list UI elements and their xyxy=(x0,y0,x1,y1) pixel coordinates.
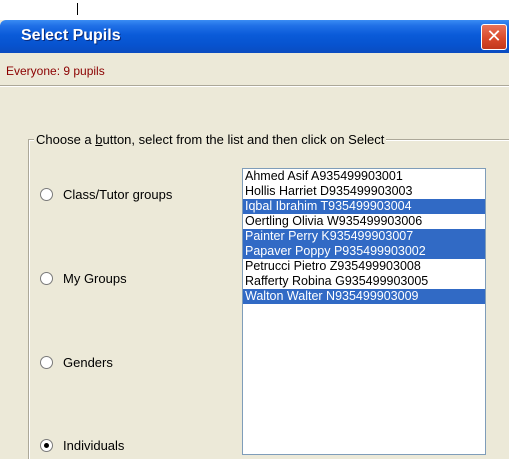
groupbox-legend: Choose a button, select from the list an… xyxy=(34,132,387,147)
divider xyxy=(0,85,509,87)
list-item[interactable]: Painter Perry K935499903007 xyxy=(243,229,485,244)
radio-label: Genders xyxy=(63,354,113,370)
radio-button-checked-icon[interactable] xyxy=(40,438,53,452)
radio-label: Individuals xyxy=(63,437,125,453)
radio-button-icon[interactable] xyxy=(40,271,53,285)
list-item[interactable]: Ahmed Asif A935499903001 xyxy=(243,169,485,184)
radio-button-icon[interactable] xyxy=(40,187,53,201)
radio-label: My Groups xyxy=(63,270,127,286)
radio-class-tutor-groups[interactable]: Class/Tutor groups xyxy=(40,185,172,203)
list-item[interactable]: Oertling Olivia W935499903006 xyxy=(243,214,485,229)
radio-button-icon[interactable] xyxy=(40,355,53,369)
close-icon: ✕ xyxy=(486,26,502,46)
text-cursor xyxy=(77,3,78,15)
desktop-strip xyxy=(0,0,509,20)
window-title: Select Pupils xyxy=(21,27,121,44)
pupil-count-status: Everyone: 9 pupils xyxy=(6,64,105,78)
legend-text-start: Choose a xyxy=(36,132,96,147)
radio-genders[interactable]: Genders xyxy=(40,353,113,371)
radio-label: Class/Tutor groups xyxy=(63,186,173,202)
close-button[interactable]: ✕ xyxy=(481,24,507,50)
list-item[interactable]: Walton Walter N935499903009 xyxy=(243,289,485,304)
legend-text-end: utton, select from the list and then cli… xyxy=(102,132,385,147)
list-item[interactable]: Iqbal Ibrahim T935499903004 xyxy=(243,199,485,214)
list-item[interactable]: Hollis Harriet D935499903003 xyxy=(243,184,485,199)
list-item[interactable]: Petrucci Pietro Z935499903008 xyxy=(243,259,485,274)
title-bar[interactable]: Select Pupils ✕ xyxy=(0,20,509,53)
pupil-listbox[interactable]: Ahmed Asif A935499903001 Hollis Harriet … xyxy=(242,168,486,455)
legend-accelerator: b xyxy=(95,132,103,147)
list-item[interactable]: Papaver Poppy P935499903002 xyxy=(243,244,485,259)
list-item[interactable]: Rafferty Robina G935499903005 xyxy=(243,274,485,289)
select-pupils-dialog: Select Pupils ✕ Everyone: 9 pupils Choos… xyxy=(0,20,509,459)
radio-individuals[interactable]: Individuals xyxy=(40,436,124,454)
radio-my-groups[interactable]: My Groups xyxy=(40,269,127,287)
